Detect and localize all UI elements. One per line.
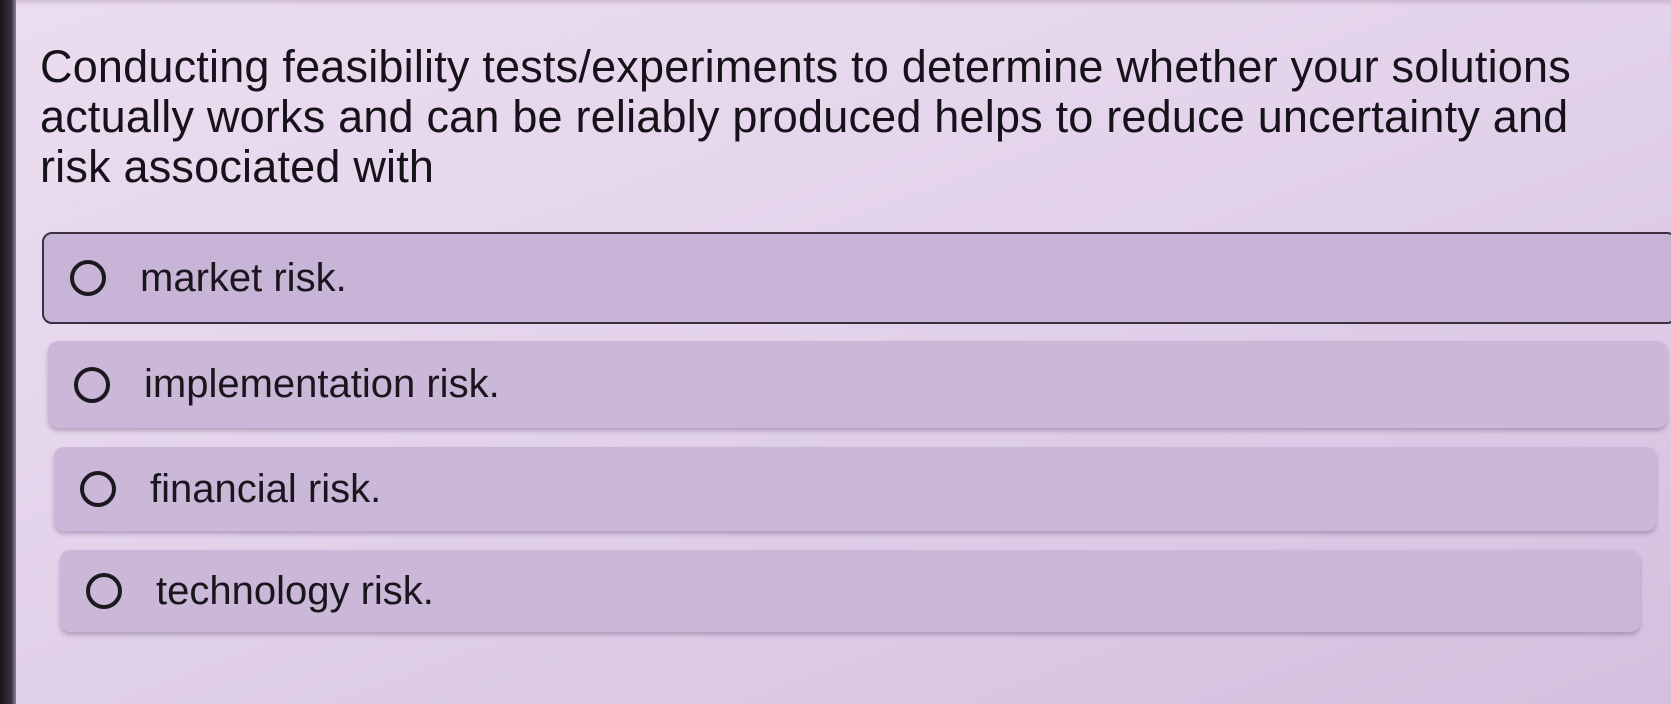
option-label: technology risk.	[156, 568, 434, 613]
option-label: financial risk.	[150, 466, 382, 511]
radio-circle-icon[interactable]	[86, 573, 122, 609]
option-market-risk[interactable]: market risk.	[42, 232, 1671, 324]
option-label: implementation risk.	[144, 362, 500, 406]
option-label: market risk.	[140, 255, 347, 300]
radio-circle-icon[interactable]	[74, 366, 110, 403]
radio-circle-icon[interactable]	[70, 260, 106, 296]
option-implementation-risk[interactable]: implementation risk.	[48, 341, 1667, 428]
screen-bezel	[0, 0, 16, 704]
question-text: Conducting feasibility tests/experiments…	[40, 41, 1571, 192]
radio-circle-icon[interactable]	[80, 471, 116, 507]
option-technology-risk[interactable]: technology risk.	[60, 550, 1640, 632]
top-shadow	[16, 0, 1671, 6]
option-financial-risk[interactable]: financial risk.	[54, 447, 1656, 531]
